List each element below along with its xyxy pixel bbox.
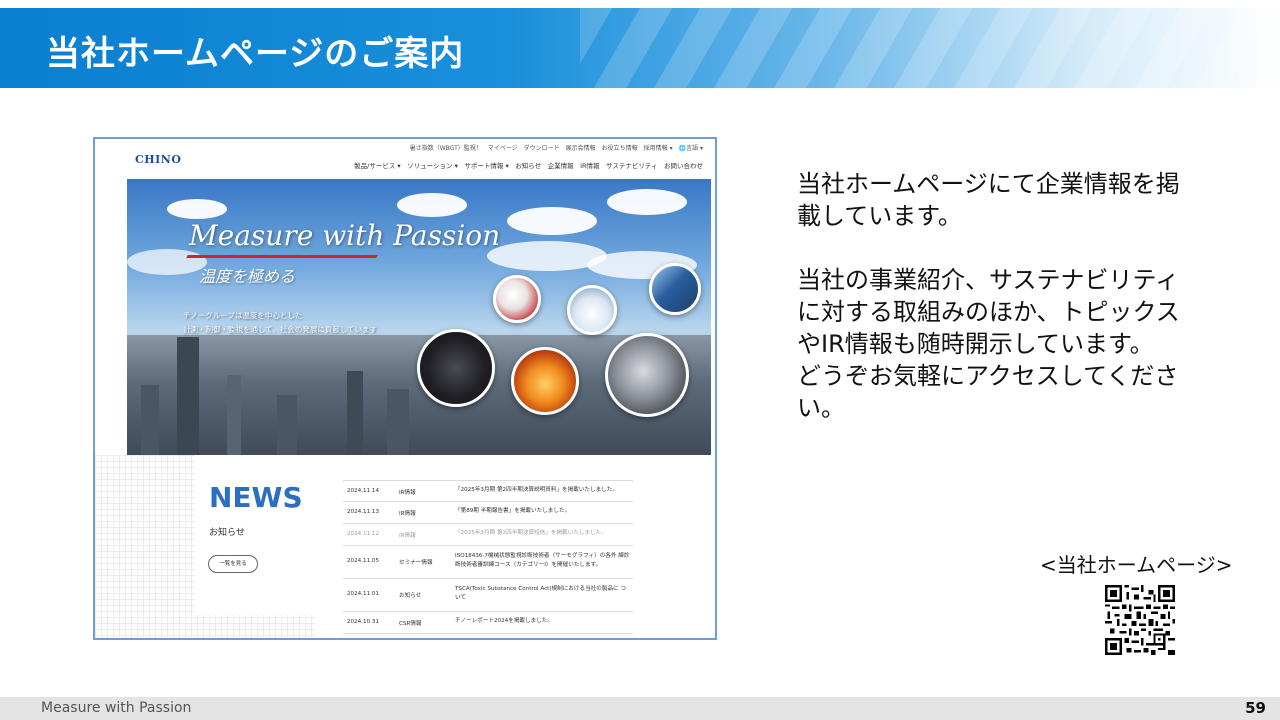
hero-subslogan: 温度を極める	[199, 267, 296, 286]
solar-panel-circle-image	[649, 263, 701, 315]
cloud	[127, 249, 207, 275]
furnace-circle-image	[511, 347, 579, 415]
site-logo: CHINO	[135, 153, 182, 166]
news-date: 2024.11.13	[347, 509, 380, 515]
cloud	[607, 189, 687, 215]
building	[387, 389, 409, 455]
news-date: 2024.11.14	[347, 488, 380, 494]
building	[277, 395, 297, 455]
news-item[interactable]: 2024.11.13 IR情報 「第89期 半期報告書」を掲載いたしました。	[343, 502, 633, 524]
banner-stripes	[580, 8, 1280, 88]
body-text: 当社ホームページにて企業情報を掲載しています。 当社の事業紹介、サステナビリティ…	[797, 168, 1197, 424]
footer-slogan: Measure with Passion	[41, 700, 192, 716]
news-item[interactable]: 2024.11.05 セミナー情報 ISO18436-7機械状態監視診断技術者（…	[343, 546, 633, 579]
main-nav: 製品/サービス ▾ ソリューション ▾ サポート情報 ▾ お知らせ 企業情報 I…	[354, 162, 703, 170]
news-list: 2024.11.14 IR情報 「2025年3月期 第2四半期決算説明資料」を掲…	[343, 480, 633, 634]
slide: 当社ホームページのご案内 暑さ指数（WBGT）監視！ マイページ ダウンロード …	[0, 0, 1280, 720]
news-text: TSCA(Toxic Substance Control Act)規制における当…	[455, 586, 627, 601]
footer-bar: Measure with Passion 59	[0, 697, 1280, 720]
news-title: NEWS	[209, 481, 303, 514]
news-category: IR情報	[399, 533, 416, 539]
page-number: 59	[1245, 699, 1266, 717]
news-item[interactable]: 2024.11.01 お知らせ TSCA(Toxic Substance Con…	[343, 579, 633, 612]
cloud	[167, 199, 227, 219]
news-text: 「2025年3月期 第2四半期決算短信」を掲載いたしました。	[455, 530, 607, 536]
slide-title: 当社ホームページのご案内	[46, 34, 465, 74]
pharma-circle-image	[493, 275, 541, 323]
chip-circle-image	[417, 329, 495, 407]
truck-circle-image	[567, 285, 617, 335]
building	[177, 337, 199, 455]
building	[227, 375, 241, 455]
cloud	[397, 193, 467, 217]
news-date: 2024.11.12	[347, 531, 380, 537]
news-category: IR情報	[399, 511, 416, 517]
cloud	[507, 207, 597, 235]
news-text: 「第89期 半期報告書」を掲載いたしました。	[455, 508, 571, 514]
hero-description-line2: 計測・制御・監視を通して、社会の発展に貢献しています	[183, 325, 378, 334]
body-paragraph-2: 当社の事業紹介、サステナビリティに対する取組みのほか、トピックスやIR情報も随時…	[797, 266, 1180, 358]
news-text: 「2025年3月期 第2四半期決算説明資料」を掲載いたしました。	[455, 487, 618, 493]
news-category: セミナー情報	[399, 560, 433, 566]
body-paragraph-3: どうぞお気軽にアクセスしてください。	[797, 362, 1179, 422]
title-banner: 当社ホームページのご案内	[0, 8, 1280, 88]
news-item[interactable]: 2024.11.12 IR情報 「2025年3月期 第2四半期決算短信」を掲載い…	[343, 524, 633, 546]
news-more-button[interactable]: 一覧を見る	[208, 555, 258, 573]
hero-slogan: Measure with Passion	[189, 219, 501, 252]
news-item[interactable]: 2024.10.31 CSR情報 チノーレポート2024を掲載しました。	[343, 612, 633, 634]
news-item[interactable]: 2024.11.14 IR情報 「2025年3月期 第2四半期決算説明資料」を掲…	[343, 480, 633, 502]
engine-circle-image	[605, 333, 689, 417]
utility-nav: 暑さ指数（WBGT）監視！ マイページ ダウンロード 展示会情報 お役立ち情報 …	[409, 145, 703, 152]
slogan-underline	[186, 255, 378, 258]
news-text: ISO18436-7機械状態監視診断技術者（サーモグラフィ）の各外 練診断技術者…	[455, 553, 630, 568]
news-category: お知らせ	[399, 593, 422, 599]
building	[347, 371, 363, 455]
news-date: 2024.10.31	[347, 619, 380, 625]
building	[141, 385, 159, 455]
news-date: 2024.11.05	[347, 558, 380, 564]
hero-description: チノーグループは温度を中心とした 計測・制御・監視を通して、社会の発展に貢献して…	[183, 309, 377, 337]
homepage-label: <当社ホームページ>	[1040, 553, 1233, 577]
hero-description-line1: チノーグループは温度を中心とした	[183, 311, 303, 320]
news-subtitle: お知らせ	[209, 528, 245, 538]
qr-code[interactable]	[1105, 585, 1175, 655]
news-category: IR情報	[399, 490, 416, 496]
homepage-screenshot: 暑さ指数（WBGT）監視！ マイページ ダウンロード 展示会情報 お役立ち情報 …	[93, 137, 717, 640]
news-text: チノーレポート2024を掲載しました。	[455, 618, 553, 624]
body-paragraph-1: 当社ホームページにて企業情報を掲載しています。	[797, 170, 1180, 230]
news-date: 2024.11.01	[347, 591, 380, 597]
news-category: CSR情報	[399, 621, 422, 627]
hero-image: Measure with Passion 温度を極める チノーグループは温度を中…	[127, 179, 711, 455]
